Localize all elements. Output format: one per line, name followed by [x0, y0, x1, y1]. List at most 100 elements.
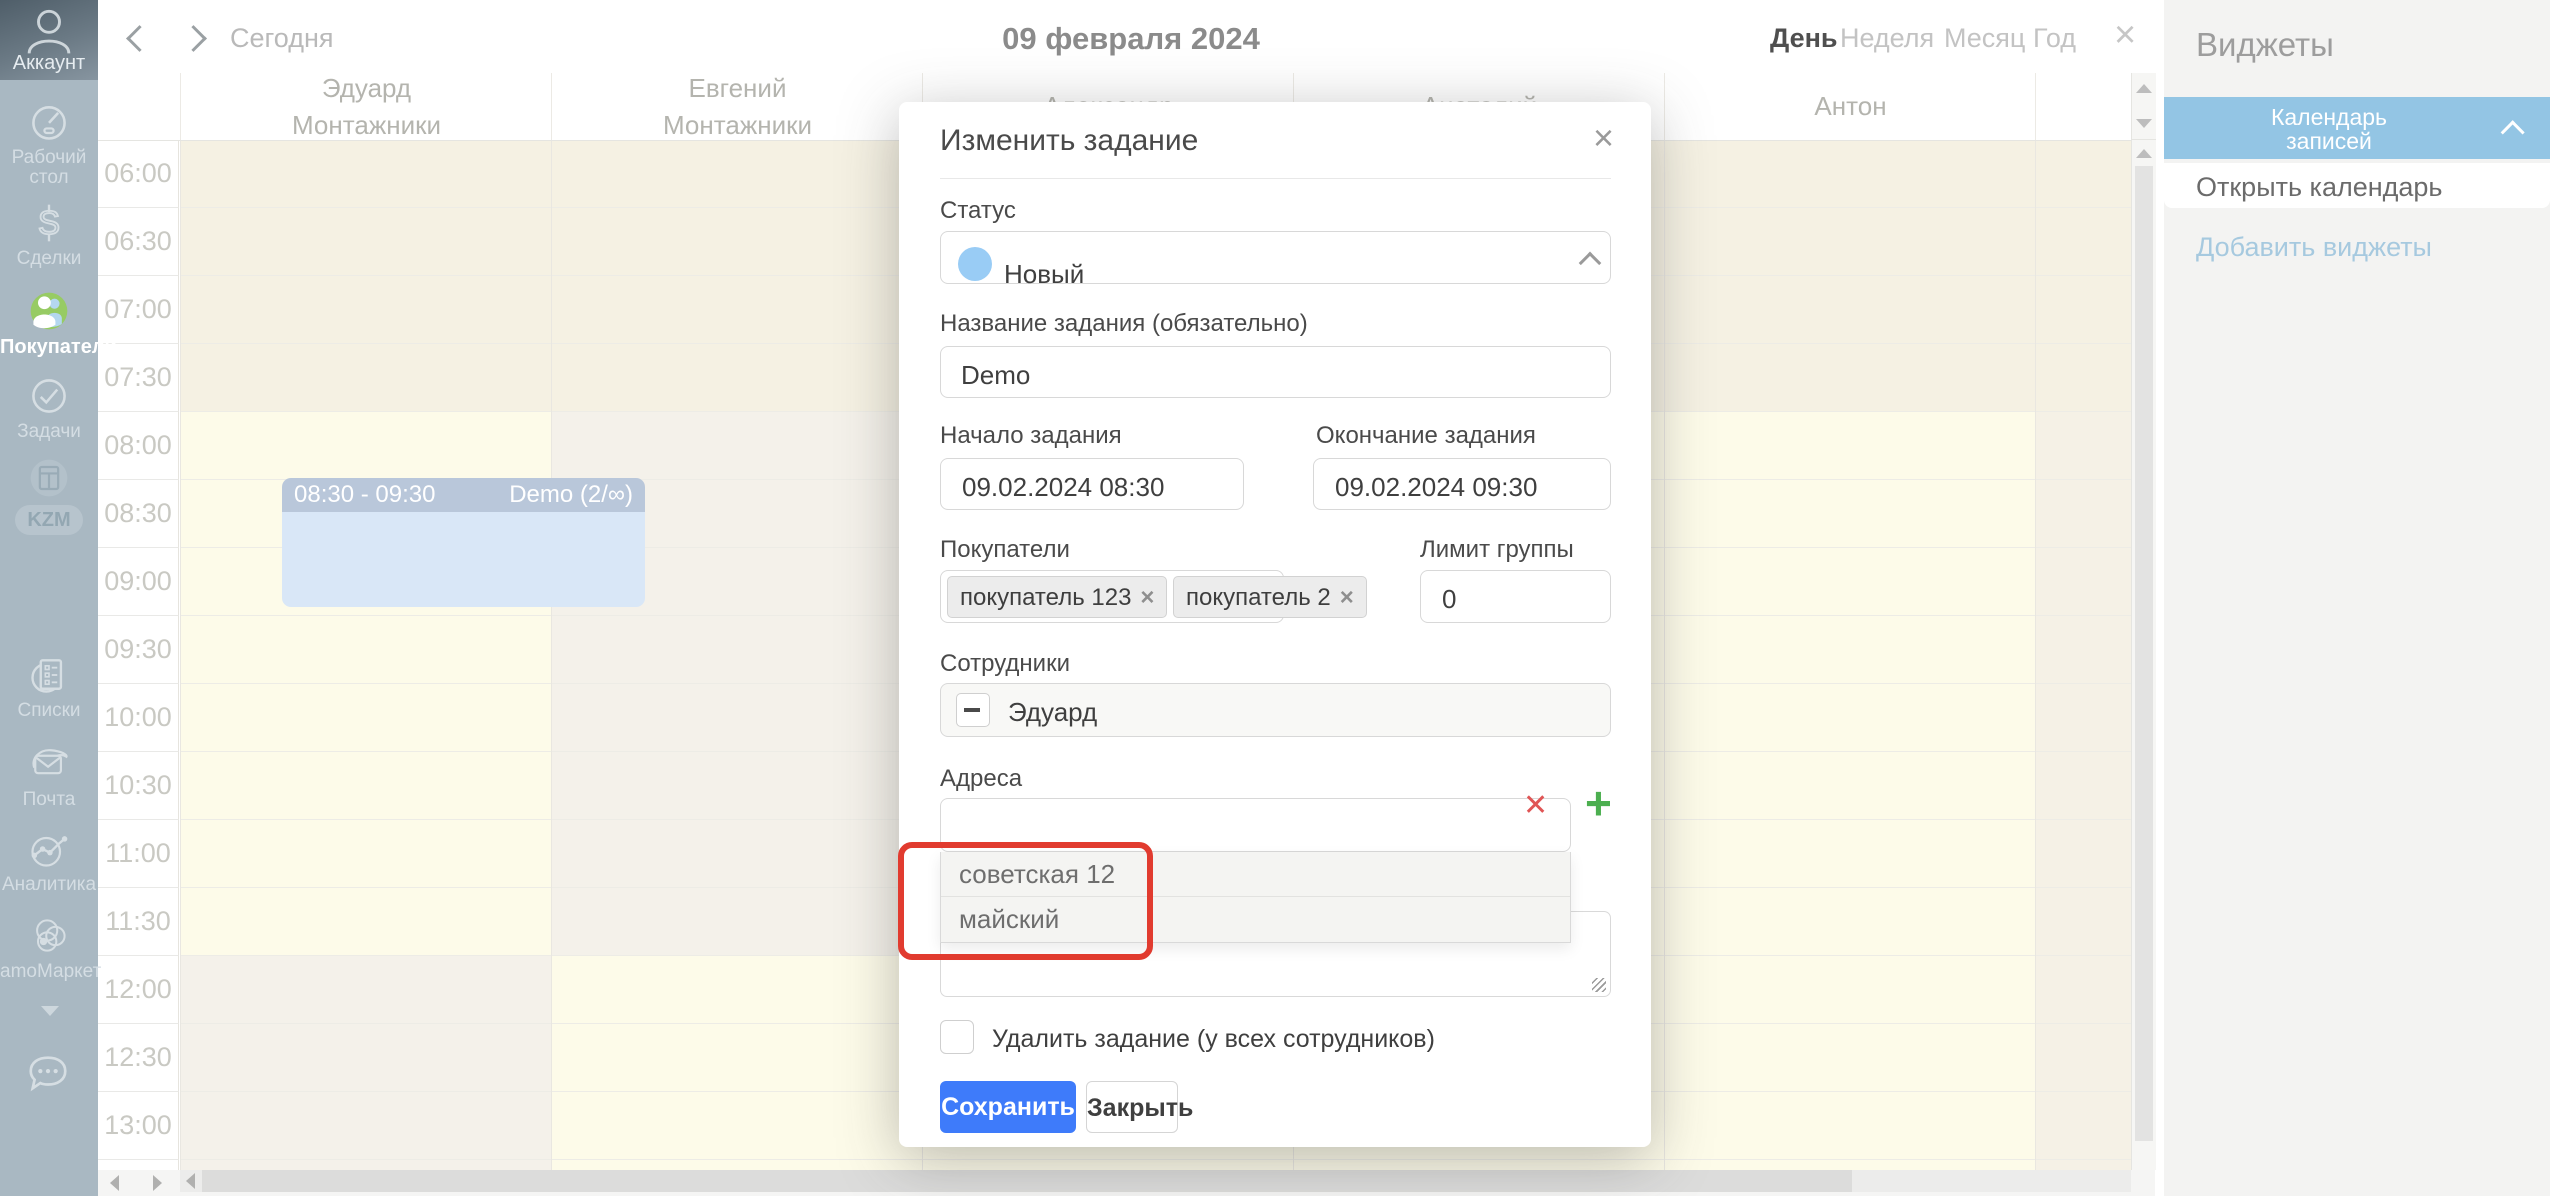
modal-close-icon[interactable]: ×: [1593, 120, 1614, 156]
time-slot-cell[interactable]: [552, 820, 923, 888]
time-slot-cell[interactable]: [552, 684, 923, 752]
time-slot-cell[interactable]: [1665, 1160, 2036, 1170]
sidebar-item-customers[interactable]: Покупатели: [0, 289, 98, 379]
remove-tag-icon[interactable]: ×: [1140, 584, 1154, 611]
time-slot-cell[interactable]: [1665, 208, 2036, 276]
time-slot-cell[interactable]: [552, 1092, 923, 1160]
time-slot-cell[interactable]: [552, 208, 923, 276]
time-slot-cell[interactable]: [181, 684, 552, 752]
time-slot-cell[interactable]: [2036, 1160, 2132, 1170]
time-slot-cell[interactable]: [2036, 888, 2132, 956]
time-slot-cell[interactable]: [2036, 820, 2132, 888]
time-slot-cell[interactable]: [552, 344, 923, 412]
time-slot-cell[interactable]: [2036, 752, 2132, 820]
sidebar-item-account[interactable]: Аккаунт: [0, 0, 98, 80]
time-slot-cell[interactable]: [181, 752, 552, 820]
time-slot-cell[interactable]: [552, 888, 923, 956]
time-slot-cell[interactable]: [1665, 140, 2036, 208]
time-slot-cell[interactable]: [1665, 684, 2036, 752]
time-slot-cell[interactable]: [2036, 956, 2132, 1024]
address-option[interactable]: майский: [941, 897, 1570, 942]
time-slot-cell[interactable]: [1665, 480, 2036, 548]
time-slot-cell[interactable]: [1665, 412, 2036, 480]
close-calendar-icon[interactable]: ×: [2114, 16, 2136, 54]
task-name-input[interactable]: [940, 346, 1611, 398]
time-slot-cell[interactable]: [181, 140, 552, 208]
horizontal-scroll-track[interactable]: [180, 1170, 2131, 1192]
sidebar-item-tasks[interactable]: Задачи: [0, 374, 98, 464]
sidebar-item-market[interactable]: amoМаркет: [0, 914, 98, 1004]
time-slot-cell[interactable]: [181, 888, 552, 956]
time-slot-cell[interactable]: [1665, 276, 2036, 344]
sidebar-item-lists[interactable]: Списки: [0, 653, 98, 743]
open-calendar-row[interactable]: Открыть календарь: [2164, 163, 2550, 208]
time-slot-cell[interactable]: [2036, 616, 2132, 684]
time-slot-cell[interactable]: [923, 1160, 1294, 1170]
address-input[interactable]: [940, 798, 1571, 852]
scroll-down-icon[interactable]: [2136, 119, 2152, 128]
close-button[interactable]: Закрыть: [1086, 1081, 1178, 1133]
collapse-icon[interactable]: [2501, 120, 2525, 144]
time-slot-cell[interactable]: [2036, 1092, 2132, 1160]
delete-task-checkbox[interactable]: [940, 1020, 974, 1054]
time-slot-cell[interactable]: [181, 344, 552, 412]
time-slot-cell[interactable]: [2036, 276, 2132, 344]
time-slot-cell[interactable]: [181, 412, 552, 480]
view-option-Месяц[interactable]: Месяц: [1944, 23, 2025, 54]
time-slot-cell[interactable]: [181, 956, 552, 1024]
time-slot-cell[interactable]: [552, 616, 923, 684]
chat-bubble-icon[interactable]: [25, 1050, 71, 1096]
time-slot-cell[interactable]: [552, 1160, 923, 1170]
time-slot-cell[interactable]: [2036, 548, 2132, 616]
time-slot-cell[interactable]: [181, 208, 552, 276]
remove-tag-icon[interactable]: ×: [1340, 584, 1354, 611]
clear-address-icon[interactable]: ✕: [1523, 788, 1548, 823]
time-slot-cell[interactable]: [552, 140, 923, 208]
sidebar-item-mail[interactable]: Почта: [0, 742, 98, 832]
scroll-left-icon[interactable]: [186, 1173, 195, 1189]
time-slot-cell[interactable]: [1665, 344, 2036, 412]
time-slot-cell[interactable]: [181, 820, 552, 888]
view-option-Неделя[interactable]: Неделя: [1840, 23, 1934, 54]
vertical-scroll-thumb[interactable]: [2135, 166, 2153, 1141]
time-slot-cell[interactable]: [552, 752, 923, 820]
add-widgets-link[interactable]: Добавить виджеты: [2196, 232, 2432, 263]
add-address-icon[interactable]: +: [1585, 780, 1612, 826]
horizontal-scroll-thumb[interactable]: [202, 1170, 1852, 1192]
page-left-icon[interactable]: [110, 1175, 119, 1191]
address-option[interactable]: советская 12: [941, 852, 1570, 897]
time-slot-cell[interactable]: [2036, 344, 2132, 412]
time-slot-cell[interactable]: [181, 616, 552, 684]
time-slot-cell[interactable]: [2036, 1024, 2132, 1092]
scroll-up-icon[interactable]: [2136, 149, 2152, 158]
time-slot-cell[interactable]: [2036, 684, 2132, 752]
time-slot-cell[interactable]: [552, 412, 923, 480]
time-slot-cell[interactable]: [1665, 888, 2036, 956]
time-slot-cell[interactable]: [1665, 548, 2036, 616]
open-calendar-link[interactable]: Открыть календарь: [2196, 172, 2443, 203]
time-slot-cell[interactable]: [181, 1160, 552, 1170]
time-slot-cell[interactable]: [552, 1024, 923, 1092]
time-slot-cell[interactable]: [181, 276, 552, 344]
time-slot-cell[interactable]: [552, 956, 923, 1024]
calendar-event[interactable]: 08:30 - 09:30 Demo (2/∞): [282, 478, 645, 607]
view-option-Год[interactable]: Год: [2033, 23, 2076, 54]
time-slot-cell[interactable]: [2036, 412, 2132, 480]
time-slot-cell[interactable]: [181, 1092, 552, 1160]
sidebar-item-kzm[interactable]: KZM: [0, 456, 98, 546]
widget-calendar-header[interactable]: Календарь записей: [2164, 97, 2550, 159]
time-slot-cell[interactable]: [1665, 956, 2036, 1024]
time-slot-cell[interactable]: [2036, 140, 2132, 208]
resize-handle[interactable]: [1592, 978, 1606, 992]
time-slot-cell[interactable]: [2036, 480, 2132, 548]
sidebar-item-analytics[interactable]: Аналитика: [0, 827, 98, 917]
staff-checkbox-indeterminate[interactable]: [956, 693, 990, 727]
time-slot-cell[interactable]: [1665, 1024, 2036, 1092]
time-slot-cell[interactable]: [552, 276, 923, 344]
time-slot-cell[interactable]: [1665, 752, 2036, 820]
sidebar-item-deals[interactable]: SСделки: [0, 201, 98, 291]
chevron-down-icon[interactable]: [41, 1006, 59, 1016]
horizontal-scrollbar[interactable]: [98, 1170, 2155, 1196]
time-slot-cell[interactable]: [2036, 208, 2132, 276]
time-slot-cell[interactable]: [1665, 1092, 2036, 1160]
